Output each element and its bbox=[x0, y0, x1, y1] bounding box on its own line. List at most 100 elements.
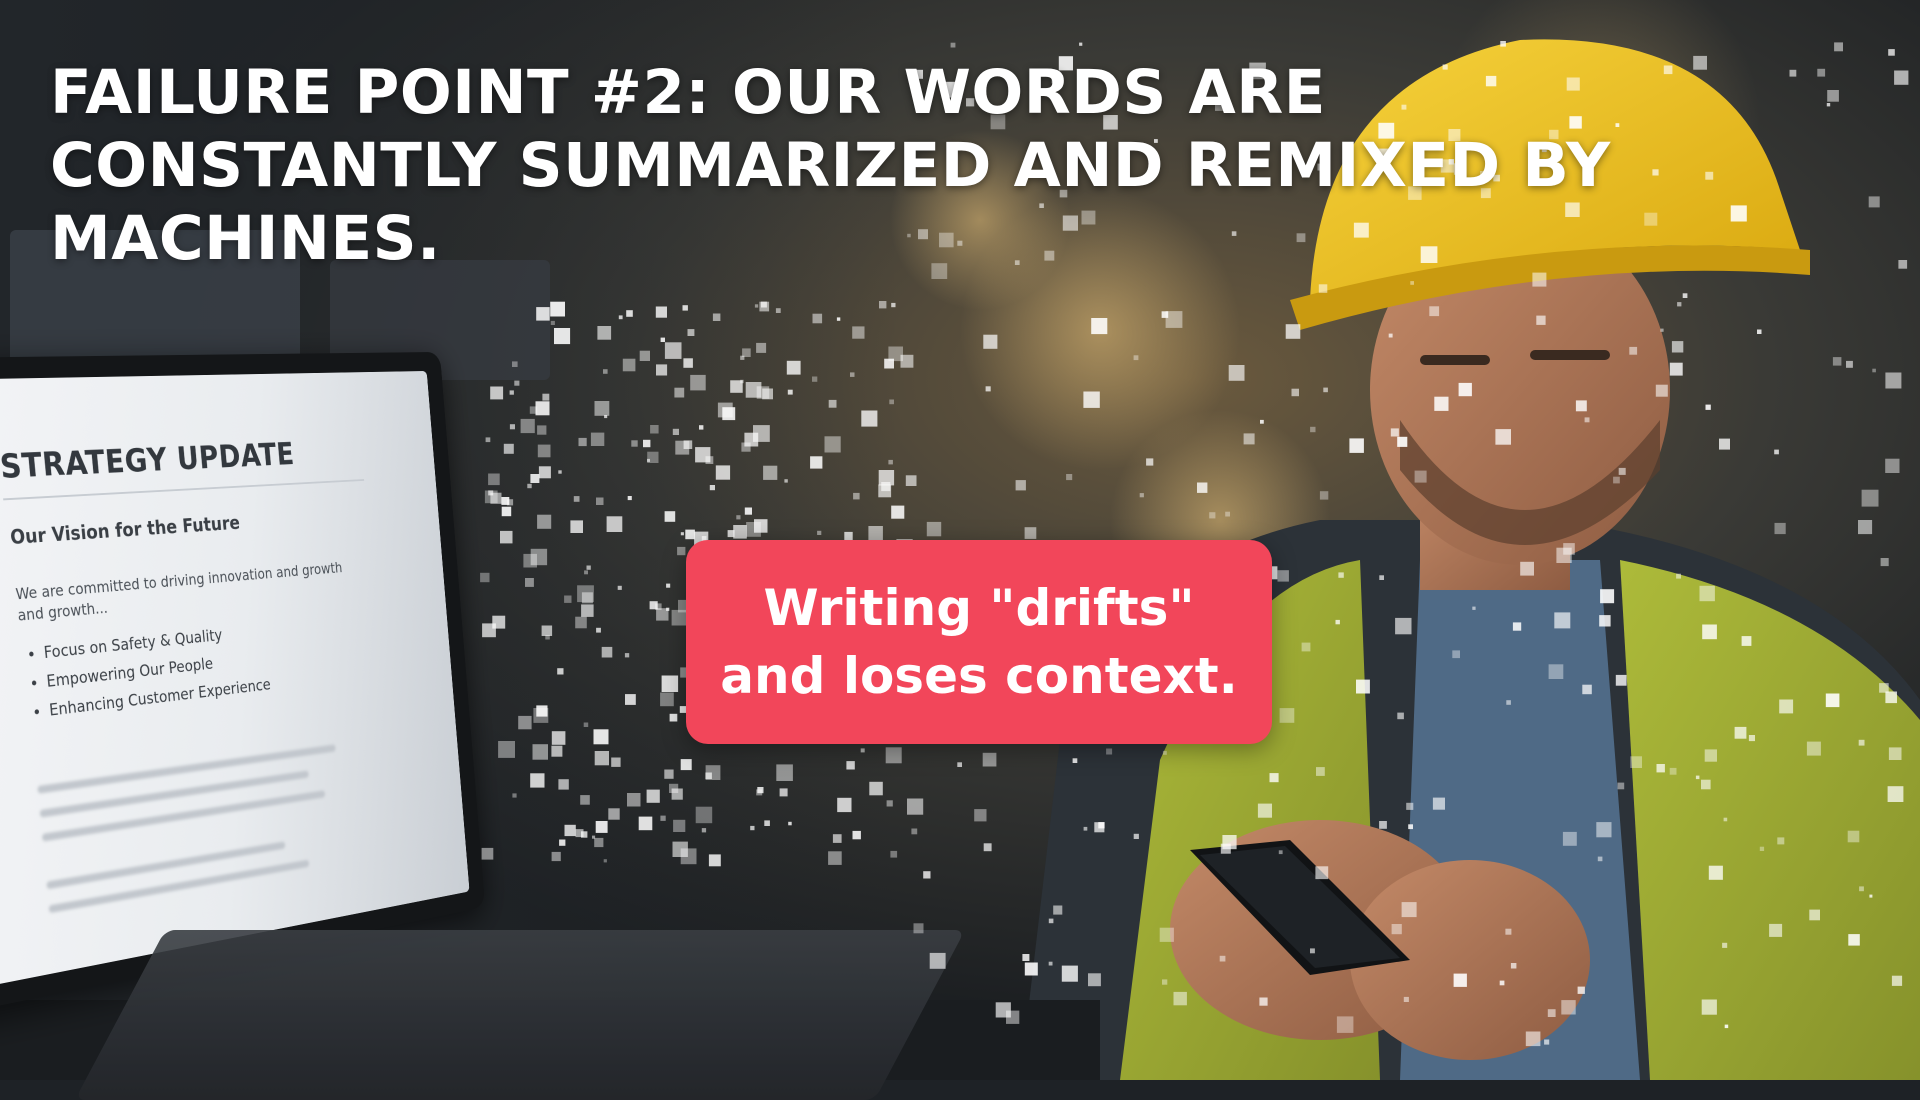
pixel-particle bbox=[829, 400, 837, 408]
pixel-particle bbox=[558, 779, 568, 789]
pixel-particle bbox=[911, 829, 917, 835]
pixel-particle bbox=[542, 626, 553, 637]
pixel-particle bbox=[1270, 773, 1279, 782]
pixel-particle bbox=[1459, 383, 1472, 396]
pixel-particle bbox=[628, 496, 632, 500]
pixel-particle bbox=[1397, 713, 1404, 720]
pixel-particle bbox=[1596, 822, 1611, 837]
pixel-particle bbox=[595, 401, 610, 416]
pixel-particle bbox=[681, 848, 697, 864]
pixel-particle bbox=[669, 784, 678, 793]
pixel-particle bbox=[504, 444, 514, 454]
pixel-particle bbox=[1022, 954, 1029, 961]
pixel-particle bbox=[705, 773, 712, 780]
pixel-particle bbox=[579, 438, 587, 446]
pixel-particle bbox=[574, 496, 580, 502]
pixel-particle bbox=[1618, 783, 1625, 790]
pixel-particle bbox=[664, 770, 673, 779]
pixel-particle bbox=[1513, 622, 1521, 630]
pixel-particle bbox=[846, 761, 854, 769]
pixel-particle bbox=[750, 826, 754, 830]
pixel-particle bbox=[639, 817, 653, 831]
pixel-particle bbox=[660, 816, 665, 821]
pixel-particle bbox=[1088, 973, 1101, 986]
pixel-particle bbox=[537, 515, 551, 529]
pixel-particle bbox=[884, 359, 894, 369]
pixel-particle bbox=[716, 465, 730, 479]
pixel-particle bbox=[1434, 397, 1448, 411]
pixel-particle bbox=[1260, 420, 1264, 424]
pixel-particle bbox=[756, 789, 762, 795]
pixel-particle bbox=[776, 308, 781, 313]
pixel-particle bbox=[1709, 866, 1723, 880]
pixel-particle bbox=[1278, 570, 1289, 581]
pixel-particle bbox=[1500, 981, 1505, 986]
pixel-particle bbox=[640, 351, 650, 361]
pixel-particle bbox=[1701, 780, 1711, 790]
callout-box: Writing "drifts" and loses context. bbox=[686, 540, 1272, 744]
pixel-particle bbox=[552, 852, 561, 861]
pixel-particle bbox=[1166, 311, 1183, 328]
pixel-particle bbox=[1779, 700, 1793, 714]
pixel-particle bbox=[1323, 388, 1328, 393]
pixel-particle bbox=[1724, 818, 1728, 822]
pixel-particle bbox=[1495, 429, 1511, 445]
pixel-particle bbox=[1379, 575, 1384, 580]
pixel-particle bbox=[1898, 260, 1907, 269]
pixel-particle bbox=[1888, 49, 1895, 56]
pixel-particle bbox=[695, 447, 710, 462]
pixel-particle bbox=[570, 520, 583, 533]
pixel-particle bbox=[1319, 284, 1328, 293]
pixel-particle bbox=[923, 871, 930, 878]
pixel-particle bbox=[1049, 962, 1053, 966]
pixel-particle bbox=[1174, 992, 1187, 1005]
pixel-particle bbox=[1722, 943, 1727, 948]
pixel-particle bbox=[1616, 675, 1627, 686]
pixel-particle bbox=[514, 381, 519, 386]
pixel-particle bbox=[710, 485, 715, 490]
pixel-particle bbox=[1397, 437, 1407, 447]
pixel-particle bbox=[1336, 620, 1340, 624]
pixel-particle bbox=[1279, 850, 1283, 854]
pixel-particle bbox=[1049, 919, 1054, 924]
pixel-particle bbox=[869, 782, 883, 796]
pixel-particle bbox=[512, 361, 518, 367]
pixel-particle bbox=[486, 437, 491, 442]
pixel-particle bbox=[1315, 866, 1328, 879]
pixel-particle bbox=[1889, 747, 1902, 760]
pixel-particle bbox=[780, 788, 788, 796]
pixel-particle bbox=[1719, 439, 1730, 450]
pixel-particle bbox=[1848, 831, 1860, 843]
pixel-particle bbox=[1809, 910, 1820, 921]
pixel-particle bbox=[550, 302, 565, 317]
pixel-particle bbox=[722, 407, 735, 420]
pixel-particle bbox=[603, 369, 608, 374]
pixel-particle bbox=[1084, 827, 1088, 831]
pixel-particle bbox=[596, 821, 608, 833]
pixel-particle bbox=[521, 419, 535, 433]
pixel-particle bbox=[685, 530, 695, 540]
pixel-particle bbox=[879, 470, 894, 485]
pixel-particle bbox=[1338, 572, 1343, 577]
pixel-particle bbox=[631, 440, 637, 446]
pixel-particle bbox=[656, 364, 667, 375]
pixel-particle bbox=[1292, 389, 1300, 397]
pixel-particle bbox=[656, 307, 667, 318]
pixel-particle bbox=[1599, 615, 1610, 626]
pixel-particle bbox=[828, 851, 842, 865]
pixel-particle bbox=[1894, 71, 1908, 85]
pixel-particle bbox=[1548, 1009, 1556, 1017]
pixel-particle bbox=[558, 470, 561, 473]
pixel-particle bbox=[702, 828, 706, 832]
pixel-particle bbox=[1885, 459, 1899, 473]
pixel-particle bbox=[604, 859, 607, 862]
pixel-particle bbox=[852, 326, 864, 338]
pixel-particle bbox=[755, 304, 758, 307]
pixel-particle bbox=[740, 380, 743, 383]
pixel-particle bbox=[927, 522, 941, 536]
pixel-particle bbox=[688, 329, 695, 336]
pixel-particle bbox=[850, 372, 855, 377]
pixel-particle bbox=[984, 843, 992, 851]
pixel-particle bbox=[673, 820, 685, 832]
pixel-particle bbox=[1554, 612, 1570, 628]
